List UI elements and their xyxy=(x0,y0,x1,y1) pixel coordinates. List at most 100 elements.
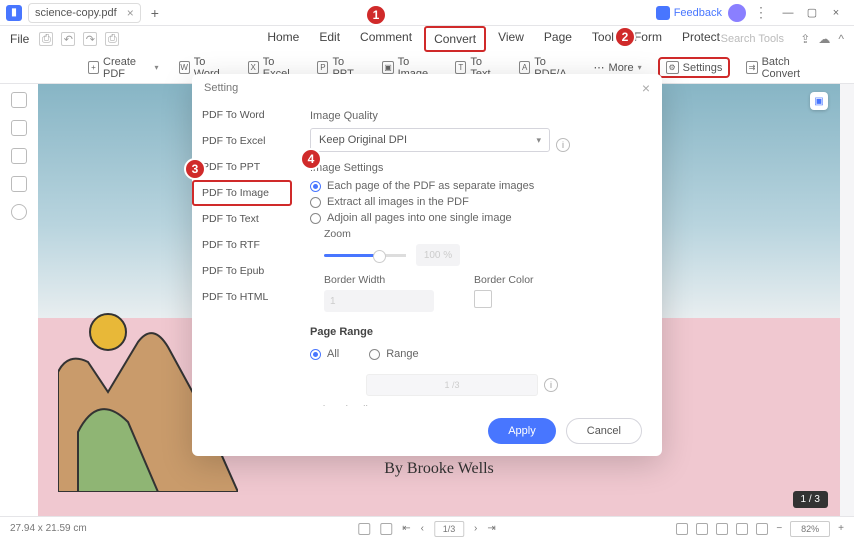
search-tools-input[interactable]: Search Tools xyxy=(721,33,784,45)
text-icon: T xyxy=(455,61,466,74)
add-tab-icon[interactable]: + xyxy=(151,5,159,21)
hand-tool-icon[interactable] xyxy=(358,523,370,535)
user-avatar[interactable] xyxy=(728,4,746,22)
radio-icon xyxy=(310,213,321,224)
sidebar-item-text[interactable]: PDF To Text xyxy=(192,206,292,232)
dialog-sidebar: PDF To Word PDF To Excel PDF To PPT PDF … xyxy=(192,102,292,406)
tab-view[interactable]: View xyxy=(490,26,532,52)
sidebar-item-html[interactable]: PDF To HTML xyxy=(192,284,292,310)
select-tool-icon[interactable] xyxy=(380,523,392,535)
view-mode-icon[interactable] xyxy=(736,523,748,535)
border-width-label: Border Width xyxy=(324,274,434,286)
cancel-button[interactable]: Cancel xyxy=(566,418,642,444)
thumbnails-icon[interactable] xyxy=(11,92,27,108)
info-icon[interactable]: i xyxy=(544,378,558,392)
tab-convert[interactable]: Convert xyxy=(424,26,486,52)
bookmark-icon[interactable] xyxy=(11,120,27,136)
file-menu[interactable]: File xyxy=(10,32,29,46)
fullscreen-icon[interactable] xyxy=(756,523,768,535)
callout-1: 1 xyxy=(365,4,387,26)
border-color-swatch[interactable] xyxy=(474,290,492,308)
zoom-level-input[interactable]: 82% xyxy=(790,521,830,537)
callout-3: 3 xyxy=(184,158,206,180)
sidebar-item-epub[interactable]: PDF To Epub xyxy=(192,258,292,284)
dialog-close-icon[interactable]: × xyxy=(642,80,650,96)
tab-edit[interactable]: Edit xyxy=(311,26,348,52)
radio-extract-images[interactable]: Extract all images in the PDF xyxy=(310,196,644,208)
chevron-down-icon: ▾ xyxy=(536,135,541,146)
main-tabs: Home Edit Comment Convert View Page Tool… xyxy=(259,26,728,52)
feedback-link[interactable]: Feedback xyxy=(674,7,722,19)
minimize-button[interactable]: — xyxy=(778,4,798,22)
tab-home[interactable]: Home xyxy=(259,26,307,52)
feedback-icon xyxy=(656,6,670,20)
zoom-in-button[interactable]: + xyxy=(838,523,844,534)
radio-separate-pages[interactable]: Each page of the PDF as separate images xyxy=(310,180,644,192)
page-dimensions: 27.94 x 21.59 cm xyxy=(10,523,87,534)
sidebar-item-word[interactable]: PDF To Word xyxy=(192,102,292,128)
tab-comment[interactable]: Comment xyxy=(352,26,420,52)
image-icon: ▣ xyxy=(382,61,393,74)
zoom-out-button[interactable]: − xyxy=(776,523,782,534)
view-mode-icon[interactable] xyxy=(676,523,688,535)
zoom-slider[interactable] xyxy=(324,254,380,257)
last-page-icon[interactable]: ⇥ xyxy=(487,523,495,534)
radio-icon xyxy=(310,181,321,192)
collapse-ribbon-icon[interactable]: ^ xyxy=(838,32,844,46)
zoom-value-field[interactable]: 100 % xyxy=(416,244,460,266)
close-tab-icon[interactable]: × xyxy=(127,6,134,20)
undo-icon[interactable]: ↶ xyxy=(61,32,75,46)
radio-adjoin-single[interactable]: Adjoin all pages into one single image xyxy=(310,212,644,224)
image-quality-select[interactable]: Keep Original DPI▾ xyxy=(310,128,550,152)
save-icon[interactable]: ⎙ xyxy=(39,32,53,46)
first-page-icon[interactable]: ⇤ xyxy=(402,523,410,534)
batch-icon: ⇉ xyxy=(746,61,757,74)
menu-bar: File ⎙ ↶ ↷ ⎙ Home Edit Comment Convert V… xyxy=(0,26,854,52)
redo-icon[interactable]: ↷ xyxy=(83,32,97,46)
tab-page[interactable]: Page xyxy=(536,26,580,52)
prev-page-icon[interactable]: ‹ xyxy=(421,523,424,534)
more-menu-icon[interactable]: ⋮ xyxy=(754,4,768,21)
batch-convert-button[interactable]: ⇉Batch Convert xyxy=(742,53,824,83)
plus-icon: + xyxy=(88,61,99,74)
callout-2: 2 xyxy=(614,26,636,48)
create-pdf-button[interactable]: +Create PDF▾ xyxy=(84,53,163,83)
page-indicator: 1 / 3 xyxy=(793,491,828,508)
print-icon[interactable]: ⎙ xyxy=(105,32,119,46)
next-page-icon[interactable]: › xyxy=(474,523,477,534)
radio-icon xyxy=(310,349,321,360)
page-range-input[interactable]: 1 /3 xyxy=(366,374,538,396)
floating-tool-icon[interactable]: ▣ xyxy=(810,92,828,110)
radio-range-all[interactable]: All xyxy=(310,348,339,360)
radio-range-custom[interactable]: Range xyxy=(369,348,418,360)
ppt-icon: P xyxy=(317,61,328,74)
cloud-icon[interactable]: ☁ xyxy=(818,32,830,46)
share-icon[interactable]: ⇪ xyxy=(800,32,810,46)
annotation-icon[interactable] xyxy=(11,148,27,164)
sidebar-item-ppt[interactable]: PDF To PPT xyxy=(192,154,292,180)
dialog-footer: Apply Cancel xyxy=(192,406,662,456)
sidebar-item-image[interactable]: PDF To Image xyxy=(192,180,292,206)
maximize-button[interactable]: ▢ xyxy=(802,4,822,22)
title-bar: ▮ science-copy.pdf × + Feedback ⋮ — ▢ × xyxy=(0,0,854,26)
tab-title: science-copy.pdf xyxy=(35,7,117,19)
info-icon[interactable]: i xyxy=(556,138,570,152)
page-number-input[interactable]: 1/3 xyxy=(434,521,464,537)
settings-button[interactable]: ⚙Settings xyxy=(658,57,731,78)
view-mode-icon[interactable] xyxy=(716,523,728,535)
apply-button[interactable]: Apply xyxy=(488,418,556,444)
sidebar-item-excel[interactable]: PDF To Excel xyxy=(192,128,292,154)
radio-icon xyxy=(310,197,321,208)
close-window-button[interactable]: × xyxy=(826,4,846,22)
sidebar-item-rtf[interactable]: PDF To RTF xyxy=(192,232,292,258)
attachment-icon[interactable] xyxy=(11,176,27,192)
page-byline: By Brooke Wells xyxy=(38,460,840,478)
radio-icon xyxy=(369,349,380,360)
document-tab[interactable]: science-copy.pdf × xyxy=(28,3,141,23)
dots-icon: ⋯ xyxy=(594,61,605,74)
gear-icon: ⚙ xyxy=(666,61,679,74)
border-width-field[interactable]: 1 xyxy=(324,290,434,312)
search-icon[interactable] xyxy=(11,204,27,220)
dialog-title: Setting xyxy=(204,82,238,94)
view-mode-icon[interactable] xyxy=(696,523,708,535)
